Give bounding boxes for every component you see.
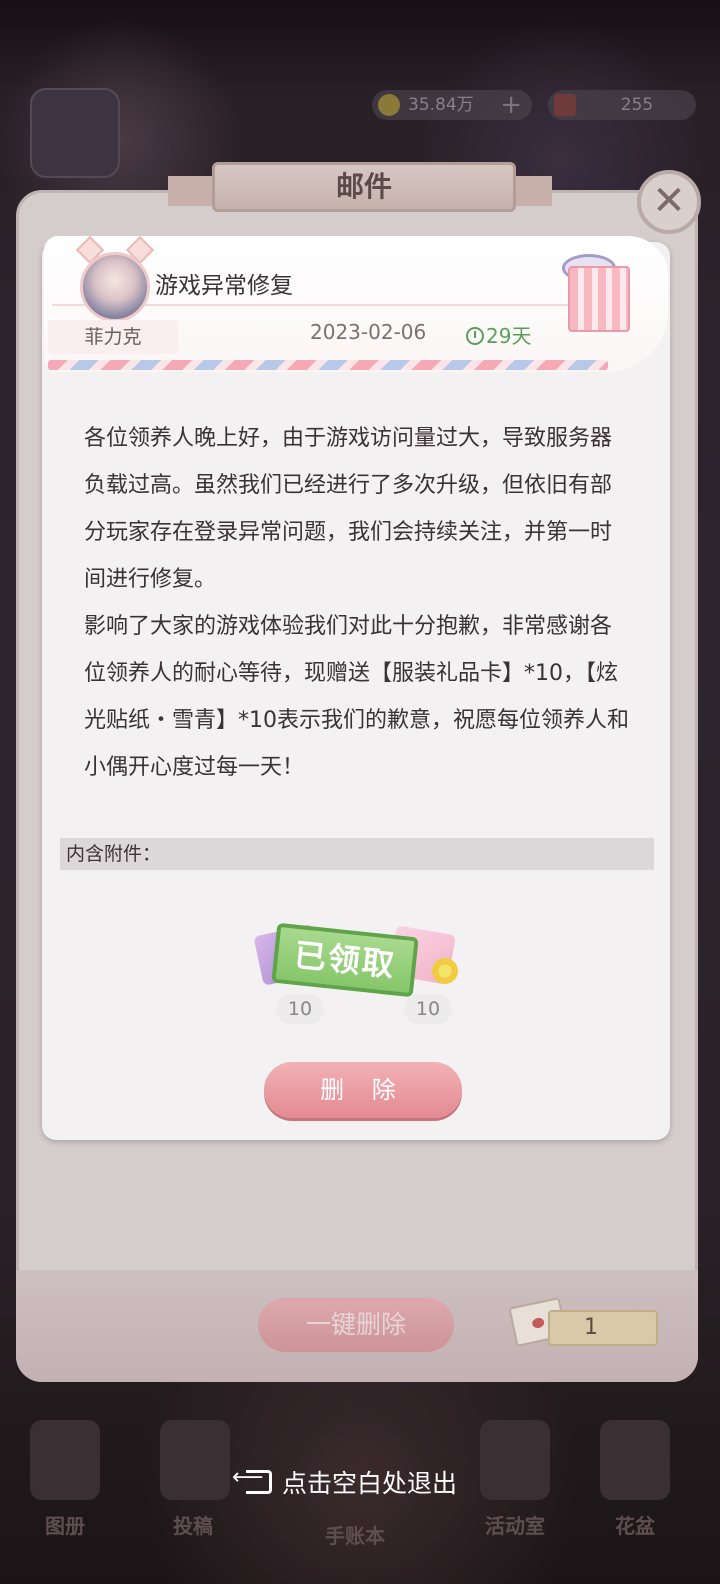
mail-count: 1 (548, 1310, 658, 1346)
album-icon (30, 1420, 100, 1500)
nav-submit: 投稿 (173, 1514, 213, 1538)
mail-subject: 游戏异常修复 (155, 273, 293, 299)
attachment-count: 10 (404, 994, 452, 1024)
player-avatar (30, 88, 120, 178)
gift-icon (568, 266, 630, 332)
coin-counter: 35.84万 + (372, 90, 532, 120)
bottom-nav: 图册 投稿 手账本 活动室 花盆 (0, 1420, 720, 1580)
sender-name: 菲力克 (48, 320, 178, 354)
mail-expiry: 29天 (466, 320, 531, 349)
exit-hint-text: 点击空白处退出 (282, 1469, 458, 1498)
submit-icon (160, 1420, 230, 1500)
activity-icon (480, 1420, 550, 1500)
gem-value: 255 (620, 95, 654, 115)
mail-paragraph: 影响了大家的游戏体验我们对此十分抱歉，非常感谢各位领养人的耐心等待，现赠送【服装… (84, 614, 629, 780)
clock-icon (466, 327, 484, 345)
attachment-count: 10 (276, 994, 324, 1024)
mail-paragraph: 各位领养人晚上好，由于游戏访问量过大，导致服务器负载过高。虽然我们已经进行了多次… (84, 426, 613, 592)
flowerpot-icon (600, 1420, 670, 1500)
coin-icon (378, 94, 400, 116)
gem-icon (554, 94, 576, 116)
mail-date: 2023-02-06 (310, 320, 427, 344)
nav-flowerpot: 花盆 (615, 1514, 655, 1538)
exit-icon (232, 1465, 272, 1494)
exit-hint[interactable]: 点击空白处退出 (232, 1464, 458, 1500)
mail-body: 各位领养人晚上好，由于游戏访问量过大，导致服务器负载过高。虽然我们已经进行了多次… (84, 415, 632, 791)
dialog-title: 邮件 (212, 162, 516, 212)
nav-activity: 活动室 (485, 1514, 545, 1538)
expiry-value: 29天 (486, 324, 532, 348)
nav-album: 图册 (45, 1514, 85, 1538)
sender-avatar (80, 252, 150, 322)
close-button[interactable]: ✕ (637, 170, 701, 234)
close-icon: ✕ (652, 178, 686, 224)
attachments-label: 内含附件： (60, 838, 654, 870)
add-coins-icon: + (500, 90, 522, 120)
header-stripe (48, 360, 608, 370)
nav-notebook: 手账本 (325, 1524, 385, 1548)
bulk-delete-button[interactable]: 一键删除 (258, 1298, 454, 1352)
delete-button[interactable]: 删 除 (264, 1062, 462, 1118)
coin-value: 35.84万 (408, 95, 474, 115)
gem-counter: 255 (548, 90, 696, 120)
flower-icon (432, 958, 458, 984)
